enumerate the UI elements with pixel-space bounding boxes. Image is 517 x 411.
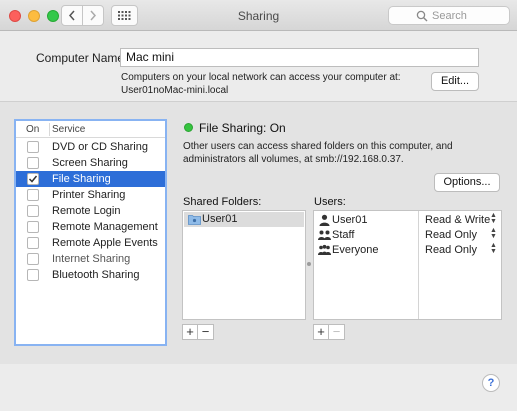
computer-name-label: Computer Name: (36, 51, 128, 65)
title-bar: Sharing Search (0, 0, 517, 31)
users-list[interactable]: User01 Read & Write ▲ ▼ Staff Read Only ▲… (313, 210, 502, 320)
service-row-remote-apple-events[interactable]: Remote Apple Events (16, 235, 165, 251)
shared-folders-label: Shared Folders: (183, 196, 262, 208)
service-label: Bluetooth Sharing (52, 269, 140, 281)
service-row-internet-sharing[interactable]: Internet Sharing (16, 251, 165, 267)
add-folder-button[interactable]: + (182, 324, 198, 340)
remove-folder-button[interactable]: − (198, 324, 214, 340)
options-button[interactable]: Options... (434, 173, 500, 192)
user-name: Staff (332, 229, 355, 241)
search-icon (416, 10, 428, 22)
search-placeholder: Search (432, 10, 467, 22)
split-view-handle[interactable] (307, 262, 311, 266)
folder-name: User01 (202, 213, 238, 225)
service-checkbox[interactable] (27, 221, 39, 233)
local-hostname: User01noMac-mini.local (121, 85, 229, 96)
service-row-file-sharing[interactable]: File Sharing (16, 171, 165, 187)
shared-folder-icon (188, 215, 201, 225)
service-checkbox[interactable] (27, 253, 39, 265)
service-row-screen-sharing[interactable]: Screen Sharing (16, 155, 165, 171)
service-row-remote-login[interactable]: Remote Login (16, 203, 165, 219)
services-list[interactable]: On Service DVD or CD Sharing Screen Shar… (14, 119, 167, 346)
service-row-bluetooth-sharing[interactable]: Bluetooth Sharing (16, 267, 165, 283)
services-list-header: On Service (16, 121, 165, 138)
service-label: Remote Apple Events (52, 237, 158, 249)
group-icon (318, 244, 331, 255)
permission-popup[interactable]: Read Only (425, 229, 477, 241)
service-checkbox[interactable] (27, 141, 39, 153)
service-label: File Sharing (52, 173, 111, 185)
user-name: User01 (332, 214, 368, 226)
computer-name-field[interactable]: Mac mini (120, 48, 479, 67)
permission-popup[interactable]: Read Only (425, 244, 477, 256)
status-text: File Sharing: On (199, 121, 286, 135)
shared-folders-add-remove: + − (182, 324, 214, 340)
service-label: Remote Management (52, 221, 158, 233)
edit-button[interactable]: Edit... (431, 72, 479, 91)
list-item[interactable]: Everyone Read Only ▲ ▼ (314, 242, 501, 258)
list-item[interactable]: Staff Read Only ▲ ▼ (314, 227, 501, 243)
updown-arrows-icon: ▲ ▼ (490, 227, 497, 240)
service-checkbox[interactable] (27, 157, 39, 169)
service-label: DVD or CD Sharing (52, 141, 148, 153)
list-item[interactable]: User01 (184, 212, 304, 227)
group-icon (318, 230, 331, 240)
user-name: Everyone (332, 244, 379, 256)
shared-folders-list[interactable]: User01 (182, 210, 306, 320)
service-checkbox[interactable] (27, 205, 39, 217)
users-add-remove: + − (313, 324, 345, 340)
status-indicator-icon (184, 123, 193, 132)
service-checkbox[interactable] (27, 173, 39, 185)
service-label: Printer Sharing (52, 189, 126, 201)
checkmark-icon (28, 175, 38, 183)
service-label: Screen Sharing (52, 157, 128, 169)
service-checkbox[interactable] (27, 237, 39, 249)
service-checkbox[interactable] (27, 269, 39, 281)
single-user-icon (319, 214, 330, 226)
local-address-note: Computers on your local network can acce… (121, 71, 401, 97)
status-description: Other users can access shared folders on… (183, 141, 453, 165)
updown-arrows-icon: ▲ ▼ (490, 242, 497, 255)
service-label: Internet Sharing (52, 253, 131, 265)
service-row-remote-management[interactable]: Remote Management (16, 219, 165, 235)
permission-popup[interactable]: Read & Write (425, 214, 490, 226)
list-item[interactable]: User01 Read & Write ▲ ▼ (314, 212, 501, 228)
access-note-text: Computers on your local network can acce… (121, 72, 401, 83)
sharing-window: Sharing Search Computer Name: Mac mini C… (0, 0, 517, 411)
column-divider (49, 123, 50, 136)
column-header-on[interactable]: On (26, 124, 39, 135)
updown-arrows-icon: ▲ ▼ (490, 212, 497, 225)
help-button[interactable]: ? (482, 374, 500, 392)
service-row-dvd-or-cd-sharing[interactable]: DVD or CD Sharing (16, 139, 165, 155)
service-row-printer-sharing[interactable]: Printer Sharing (16, 187, 165, 203)
service-label: Remote Login (52, 205, 121, 217)
remove-user-button[interactable]: − (329, 324, 345, 340)
users-label: Users: (314, 196, 346, 208)
search-field[interactable]: Search (388, 6, 510, 25)
column-header-service[interactable]: Service (52, 124, 85, 135)
service-checkbox[interactable] (27, 189, 39, 201)
add-user-button[interactable]: + (313, 324, 329, 340)
